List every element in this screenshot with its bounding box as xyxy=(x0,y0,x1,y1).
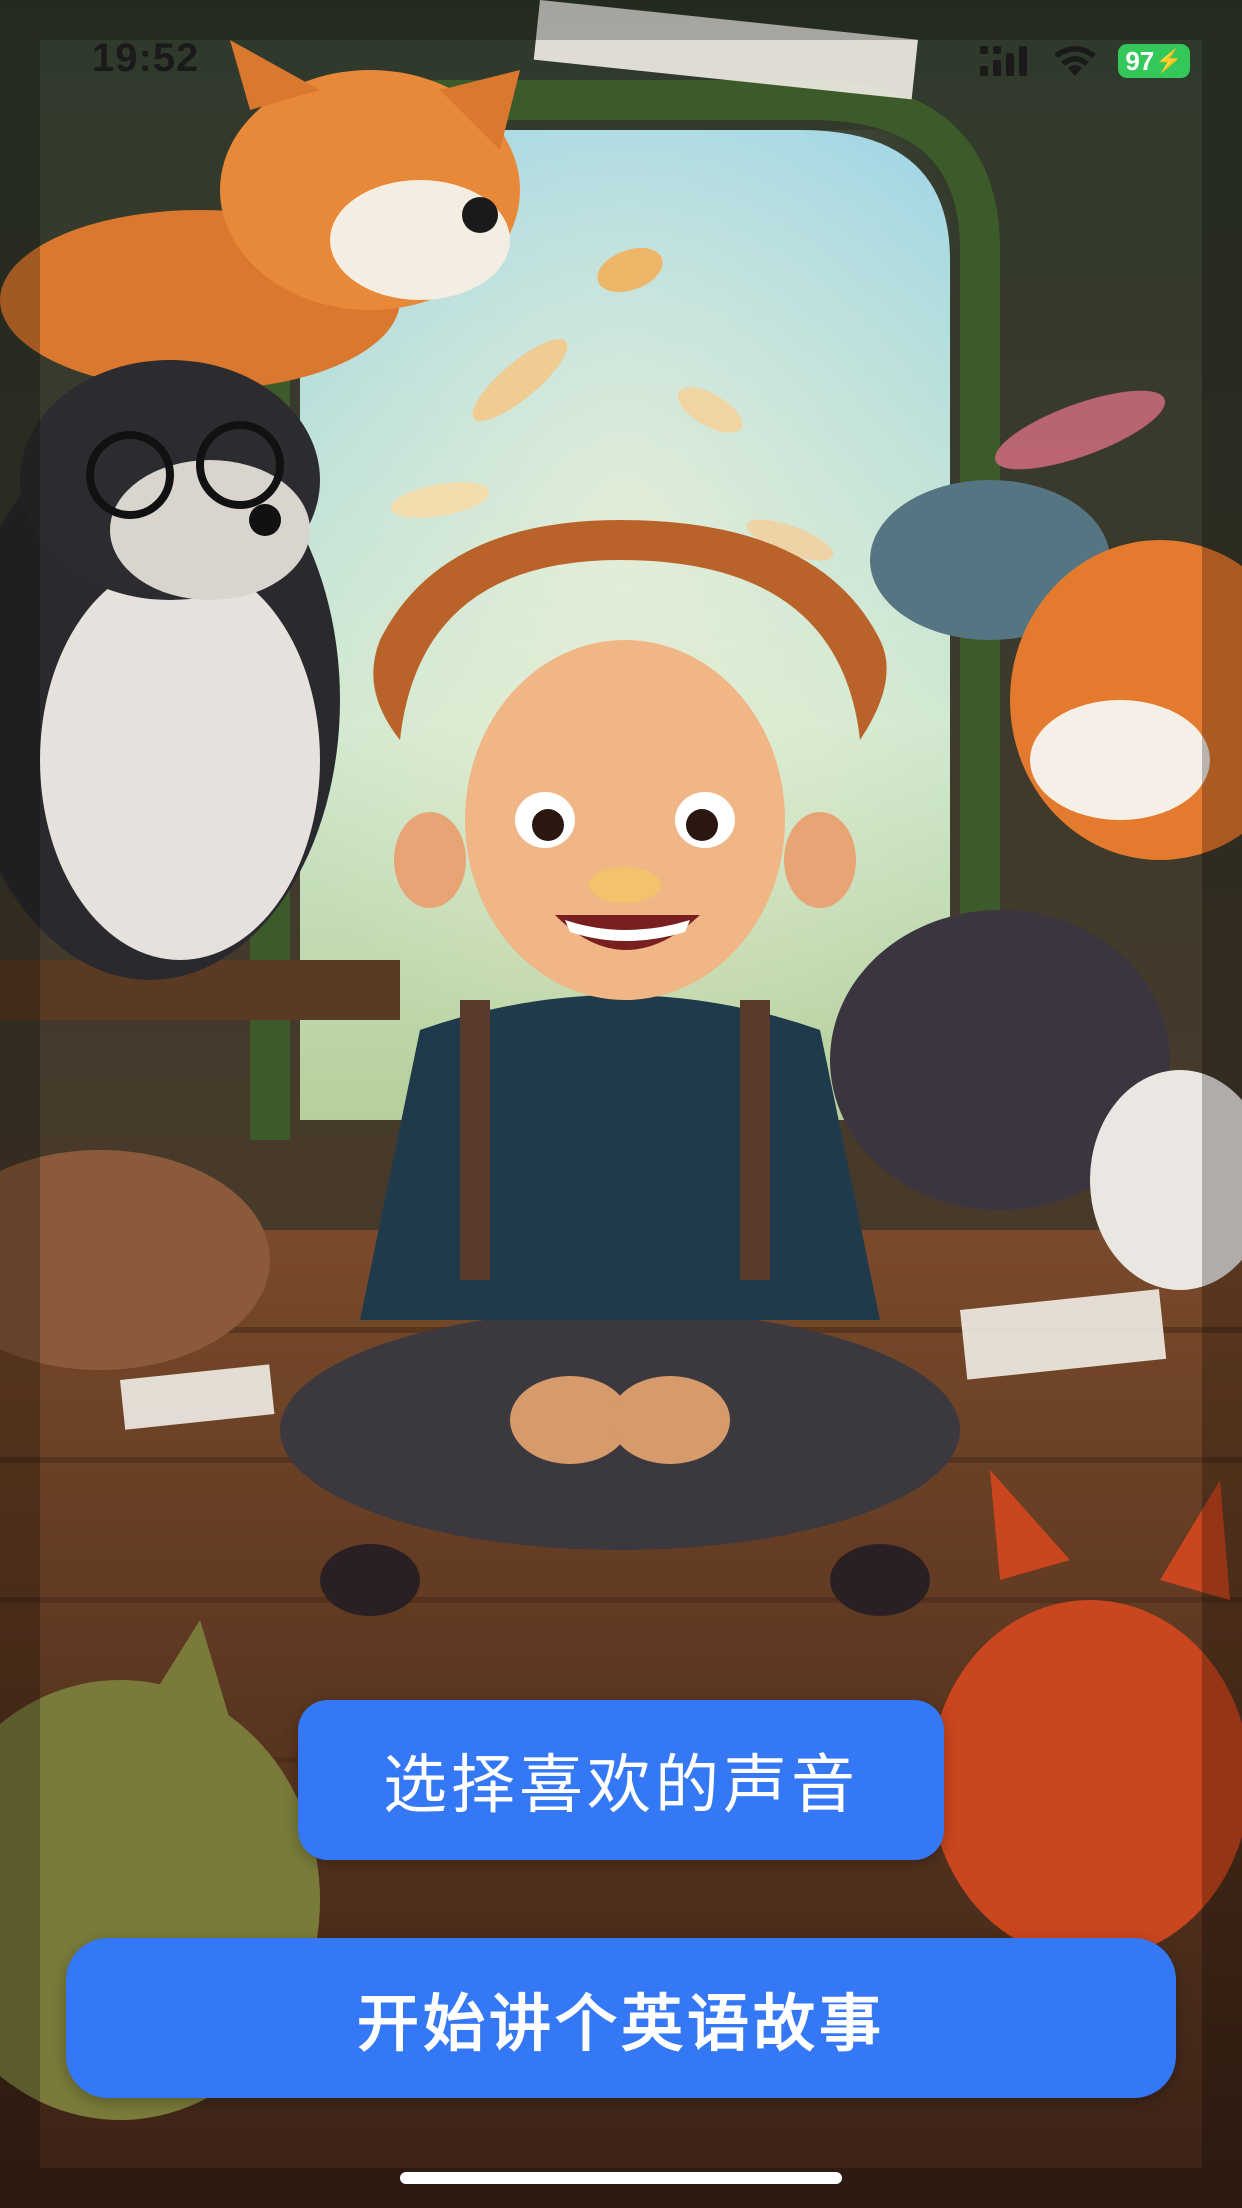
cellular-signal-icon xyxy=(980,46,1027,76)
background-illustration xyxy=(0,0,1242,2208)
battery-level: 97 xyxy=(1125,45,1155,76)
home-indicator[interactable] xyxy=(400,2172,842,2184)
choose-voice-label: 选择喜欢的声音 xyxy=(383,1749,859,1821)
status-icons: 97 ⚡ xyxy=(980,44,1190,78)
bolt-icon: ⚡ xyxy=(1155,48,1183,73)
battery-indicator: 97 ⚡ xyxy=(1118,44,1190,78)
app-screen: 19:52 97 ⚡ 选择喜欢的声音 开始讲个英语故事 xyxy=(0,0,1242,2208)
choose-voice-button[interactable]: 选择喜欢的声音 xyxy=(298,1700,944,1860)
start-story-label: 开始讲个英语故事 xyxy=(356,1990,885,2059)
status-time: 19:52 xyxy=(92,36,200,80)
start-story-button[interactable]: 开始讲个英语故事 xyxy=(66,1938,1176,2098)
status-bar: 19:52 97 ⚡ xyxy=(0,0,1242,120)
wifi-icon xyxy=(1054,46,1096,76)
